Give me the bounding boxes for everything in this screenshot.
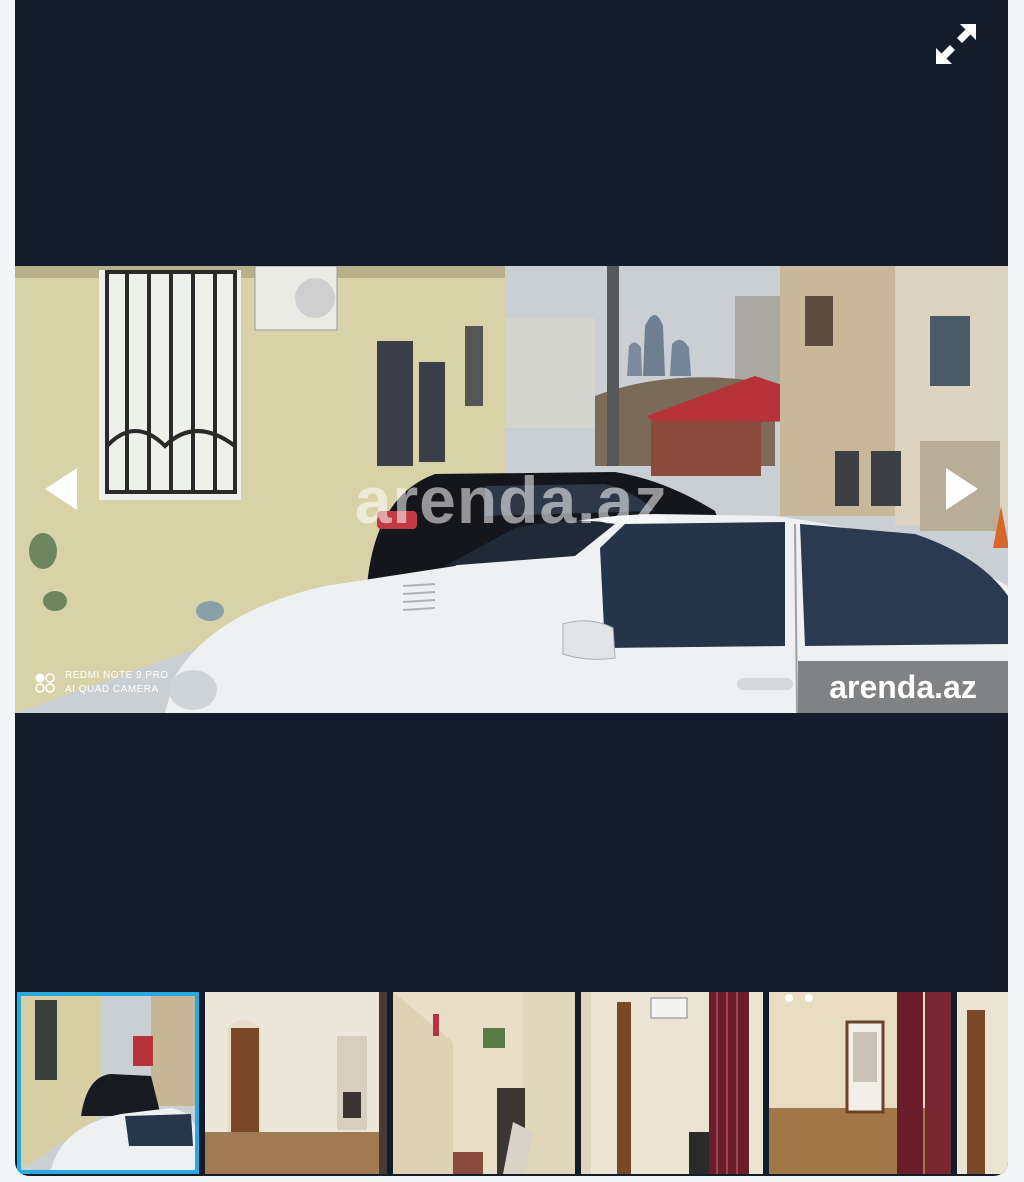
thumbnail-image (21, 996, 195, 1170)
next-photo-button[interactable] (942, 466, 982, 512)
previous-photo-button[interactable] (41, 466, 81, 512)
camera-dots-icon (35, 673, 55, 693)
thumbnail-3[interactable] (393, 992, 575, 1174)
camera-watermark: REDMI NOTE 9 PRO AI QUAD CAMERA (33, 669, 169, 697)
expand-arrows-icon (936, 24, 976, 64)
chevron-left-icon (45, 468, 77, 510)
thumbnail-4[interactable] (581, 992, 763, 1174)
thumbnail-image (957, 992, 1008, 1174)
watermark-badge: arenda.az (798, 661, 1008, 713)
thumbnail-image (581, 992, 763, 1174)
thumbnail-image (393, 992, 575, 1174)
thumbnail-2[interactable] (205, 992, 387, 1174)
photo-gallery: arenda.az arenda.az REDMI NOTE 9 PRO AI … (15, 0, 1008, 1176)
thumbnail-5[interactable] (769, 992, 951, 1174)
thumbnail-image (205, 992, 387, 1174)
thumbnail-strip (15, 992, 1008, 1176)
camera-model: REDMI NOTE 9 PRO (65, 670, 169, 681)
main-photo[interactable]: arenda.az arenda.az REDMI NOTE 9 PRO AI … (15, 266, 1008, 713)
chevron-right-icon (946, 468, 978, 510)
thumbnail-image (769, 992, 951, 1174)
thumbnail-1[interactable] (17, 992, 199, 1174)
street-photo (15, 266, 1008, 713)
camera-label: AI QUAD CAMERA (65, 684, 159, 695)
fullscreen-button[interactable] (934, 22, 978, 66)
thumbnail-6[interactable] (957, 992, 1008, 1174)
